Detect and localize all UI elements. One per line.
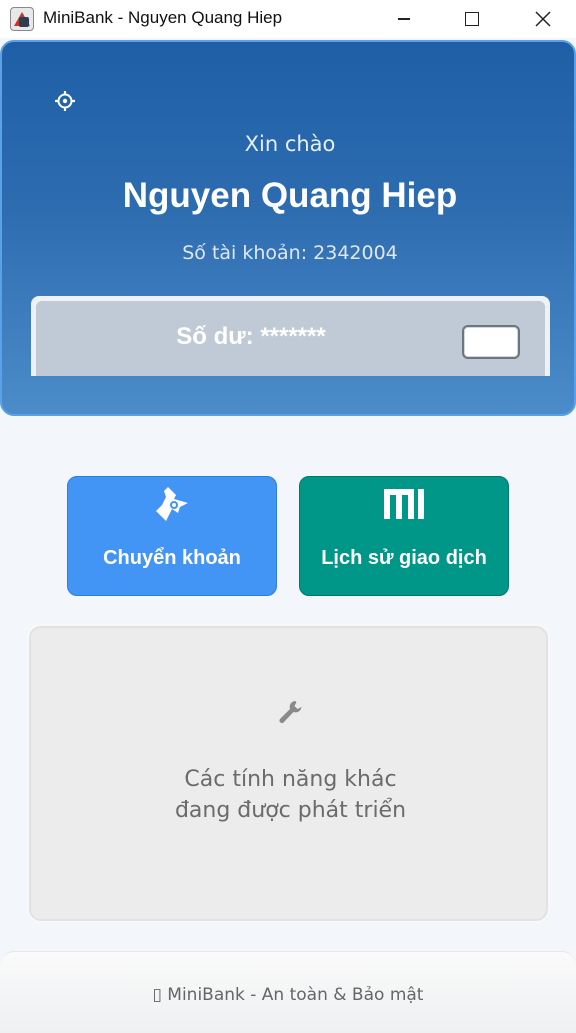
maximize-button[interactable] bbox=[444, 0, 500, 38]
coming-soon-text: Các tính năng khác đang được phát triển bbox=[174, 767, 407, 823]
minimize-button[interactable] bbox=[376, 0, 432, 38]
account-header: Xin chào Nguyen Quang Hiep Số tài khoản:… bbox=[0, 40, 576, 416]
greeting: Xin chào bbox=[244, 132, 336, 156]
wrench-icon bbox=[279, 701, 302, 723]
title-bar: MiniBank - Nguyen Quang Hiep bbox=[0, 0, 576, 38]
settings-button[interactable] bbox=[54, 90, 76, 112]
transfer-button[interactable]: Chuyển khoản bbox=[67, 476, 277, 596]
transfer-icon bbox=[156, 487, 188, 521]
close-icon bbox=[535, 11, 551, 27]
history-label: Lịch sử giao dịch bbox=[321, 547, 487, 569]
maximize-icon bbox=[465, 12, 479, 26]
user-name: Nguyen Quang Hiep bbox=[122, 176, 458, 215]
window-title: MiniBank - Nguyen Quang Hiep bbox=[43, 8, 283, 27]
transfer-label: Chuyển khoản bbox=[103, 547, 241, 569]
app-icon bbox=[10, 7, 34, 31]
footer: ▯ MiniBank - An toàn & Bảo mật bbox=[0, 951, 576, 1033]
account-number: Số tài khoản: 2342004 bbox=[182, 242, 398, 264]
history-button[interactable]: Lịch sử giao dịch bbox=[299, 476, 509, 596]
balance-visibility-toggle[interactable] bbox=[462, 325, 520, 359]
footer-text: ▯ MiniBank - An toàn & Bảo mật bbox=[152, 985, 424, 1005]
history-icon bbox=[384, 489, 424, 519]
balance-value: Số dư: ******* bbox=[176, 323, 326, 350]
coming-soon-panel: Các tính năng khác đang được phát triển bbox=[29, 626, 548, 921]
balance-card: Số dư: ******* bbox=[31, 296, 550, 376]
minimize-icon bbox=[398, 18, 410, 20]
gear-icon bbox=[55, 91, 75, 111]
close-button[interactable] bbox=[515, 0, 571, 38]
